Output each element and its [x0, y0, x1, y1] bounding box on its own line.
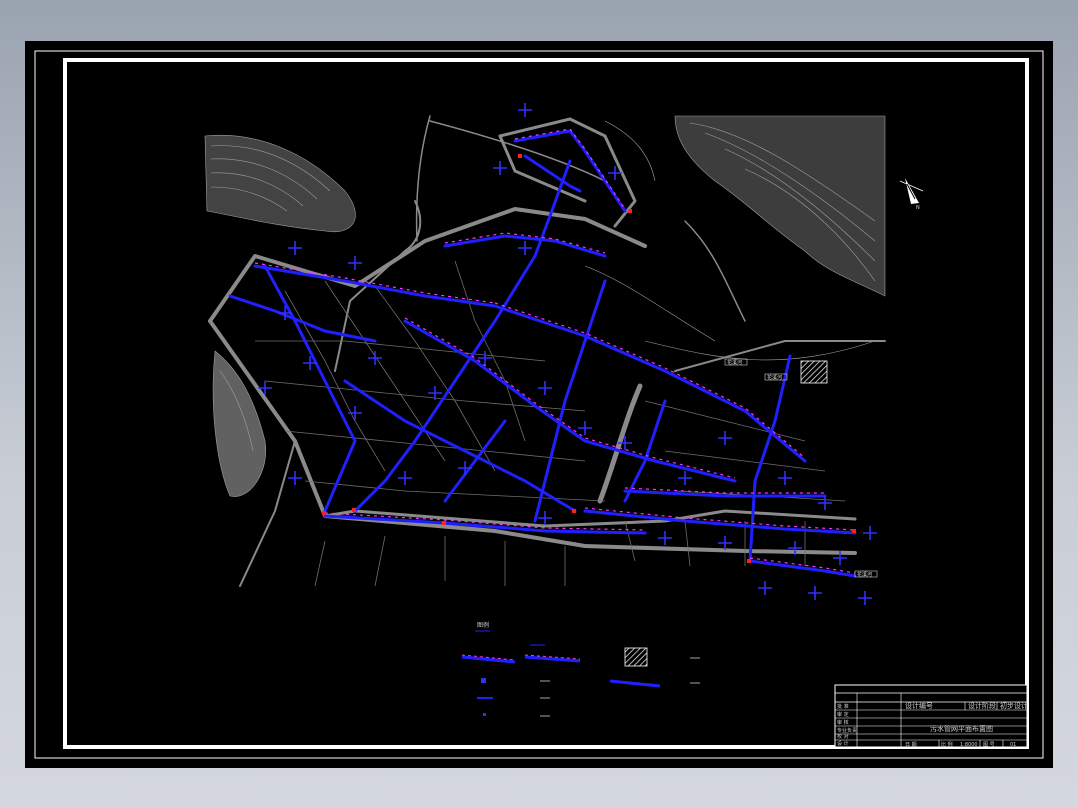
north-label: N	[916, 205, 920, 211]
street-grid	[255, 260, 846, 587]
tb-stage-value: 初步设计	[1000, 701, 1028, 710]
tb-scale-label: 比 例	[941, 741, 953, 748]
road-label-1: 花溪河	[727, 359, 742, 366]
tb-label-approve: 批 准	[837, 703, 849, 710]
road-labels: 花溪河 花溪河 花溪河	[724, 358, 878, 578]
tb-sheet-value: 01	[1010, 742, 1016, 748]
tb-design-stage: 设计阶段	[968, 701, 996, 710]
tb-scale-value: 1:8000	[960, 742, 978, 748]
legend-title: 图例	[477, 621, 489, 629]
tb-label-check: 校 对	[837, 733, 849, 740]
road-label-3: 花溪河	[857, 571, 872, 578]
terrain-contours	[204, 115, 886, 497]
north-arrow: N	[899, 178, 924, 211]
road-label-2: 花溪河	[767, 374, 782, 381]
title-block: 批 准 审 定 审 核 专业负责 校 对 设 计 设计编号 设计阶段 初步设计 …	[834, 684, 1028, 748]
drawing-sheet: 花溪河 花溪河 花溪河 N 图例 批 准 审 定 审 核 专业负责 校 对 设 …	[34, 50, 1044, 759]
treatment-plant	[800, 360, 828, 384]
tb-design-no: 设计编号	[905, 701, 933, 710]
tb-label-verify: 审 定	[837, 711, 849, 718]
cad-viewport[interactable]: 花溪河 花溪河 花溪河 N 图例 批 准 审 定 审 核 专业负责 校 对 设 …	[25, 41, 1053, 768]
tb-label-lead: 专业负责	[837, 727, 857, 734]
tb-label-review: 审 核	[837, 719, 849, 726]
tb-date: 日 期	[905, 742, 917, 748]
legend: 图例	[461, 621, 700, 717]
tb-label-design: 设 计	[837, 740, 849, 747]
tb-sheet-label: 图 号	[983, 742, 995, 748]
outer-frame	[34, 50, 1044, 759]
drawing-title: 污水管网平面布置图	[930, 724, 993, 733]
